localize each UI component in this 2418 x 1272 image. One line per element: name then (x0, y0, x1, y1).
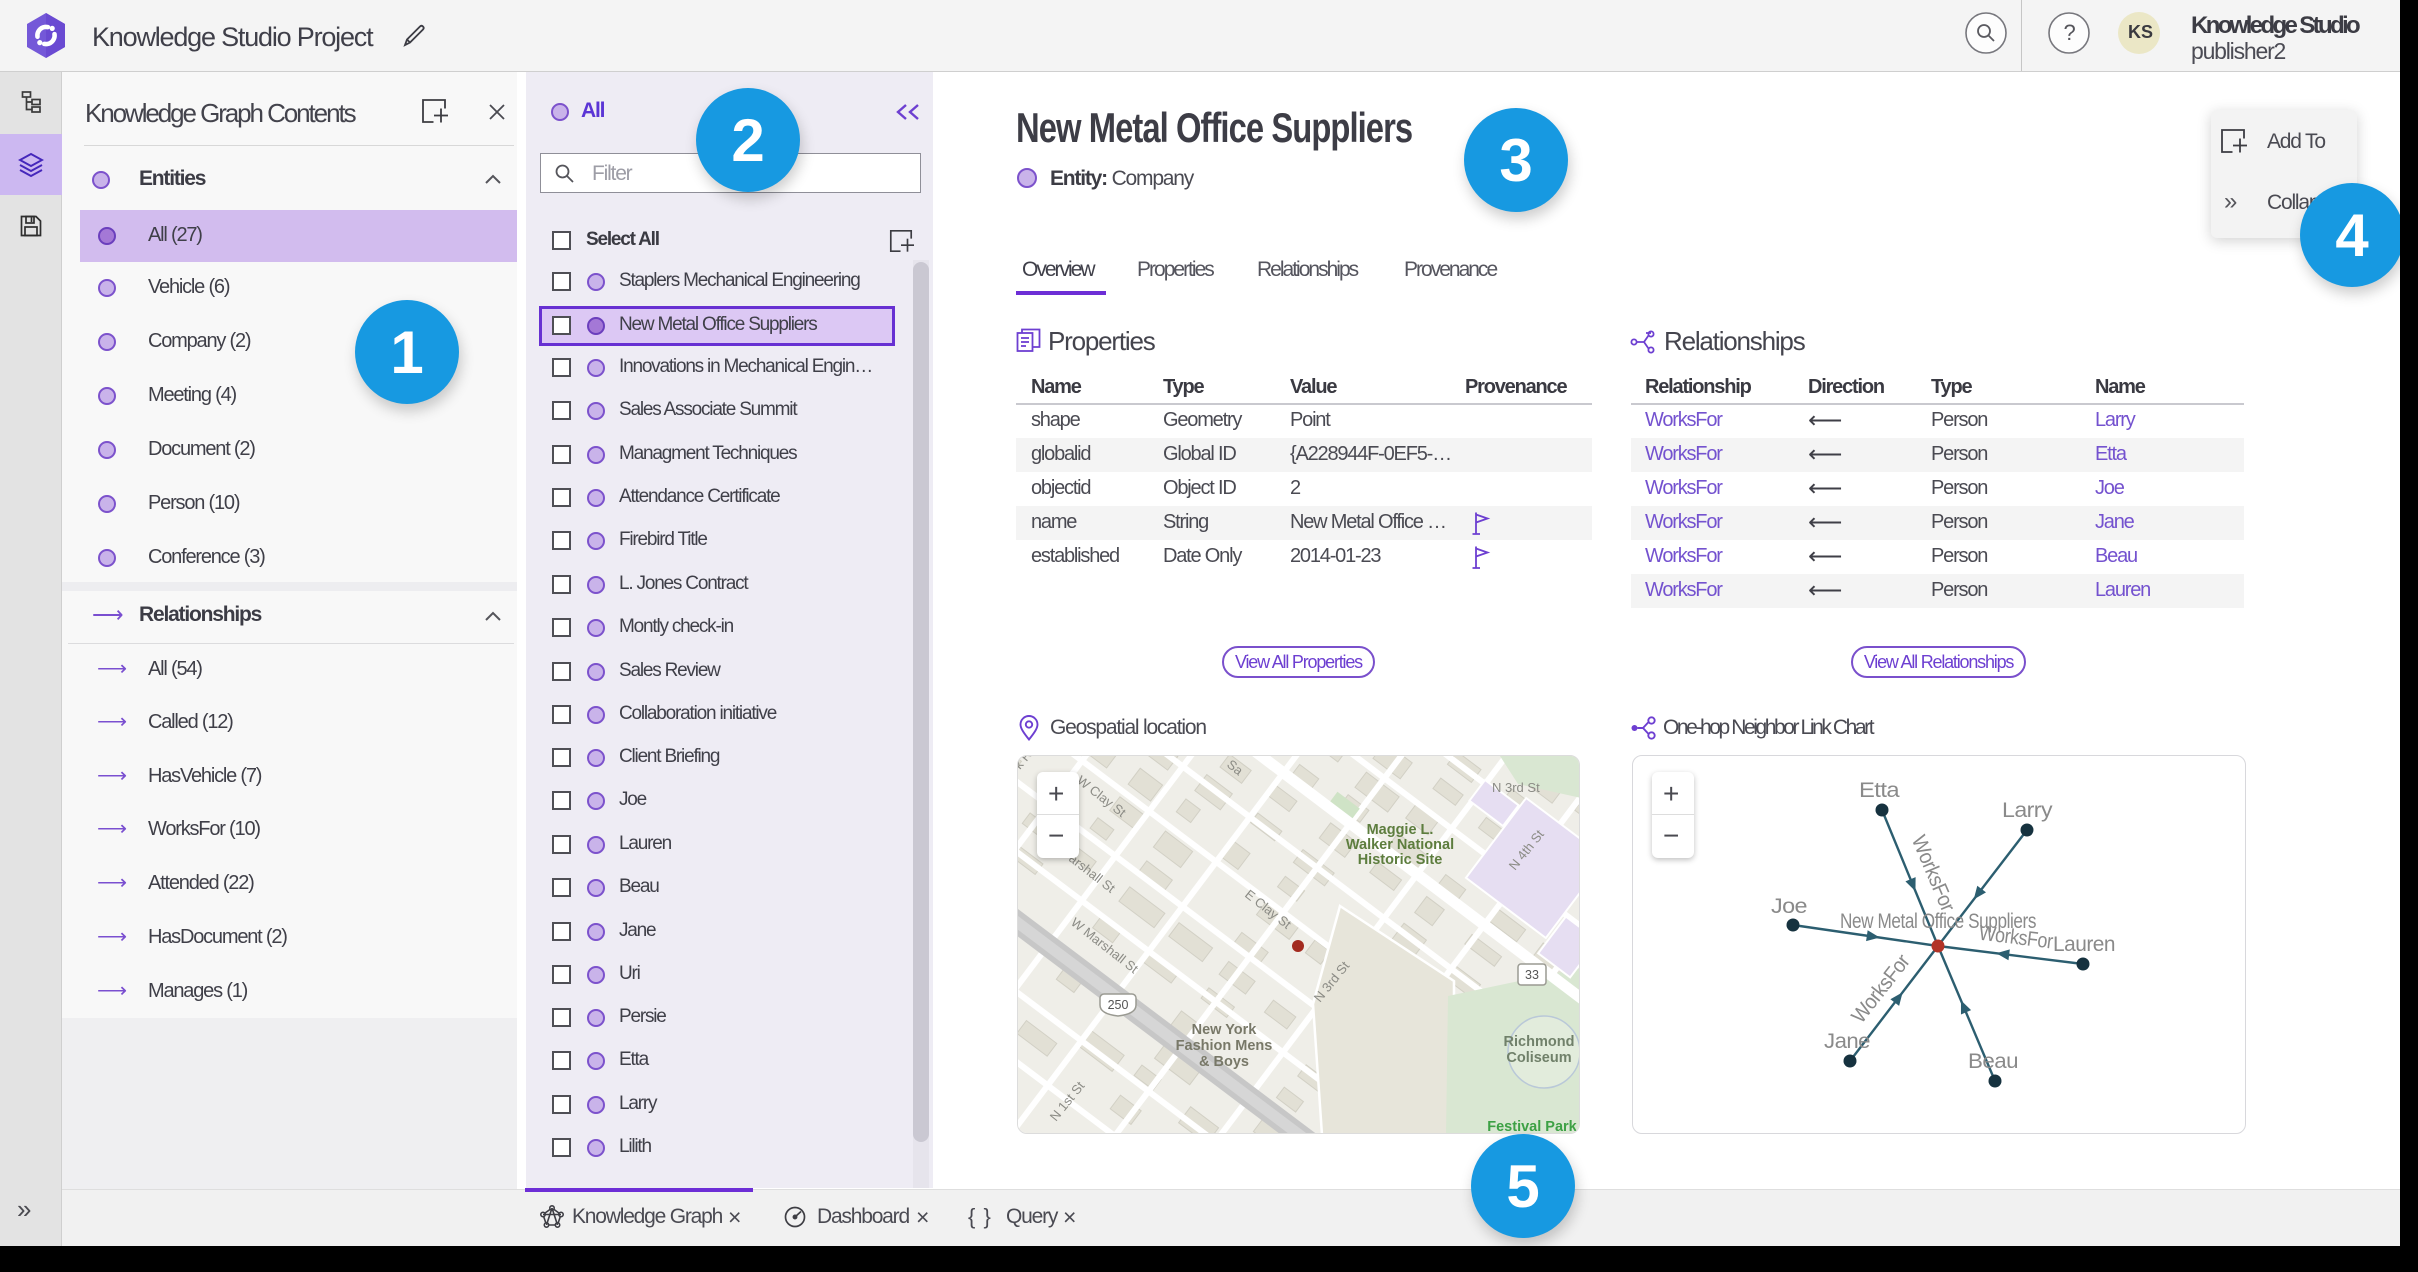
svg-text:Maggie L.: Maggie L. (1367, 822, 1434, 838)
svg-text:Joe: Joe (1771, 895, 1807, 918)
svg-text:Walker National: Walker National (1346, 837, 1454, 853)
svg-text:Larry: Larry (2002, 799, 2053, 822)
svg-text:WorksFor: WorksFor (1907, 832, 1960, 915)
svg-text:Festival Park: Festival Park (1487, 1119, 1577, 1134)
svg-text:& Boys: & Boys (1199, 1054, 1249, 1070)
svg-text:Richmond: Richmond (1504, 1034, 1575, 1050)
svg-text:WorksFor: WorksFor (1978, 922, 2055, 954)
svg-text:250: 250 (1108, 998, 1129, 1012)
svg-text:Fashion Mens: Fashion Mens (1176, 1038, 1273, 1054)
svg-text:N 3rd St: N 3rd St (1492, 780, 1540, 795)
svg-text:Beau: Beau (1968, 1050, 2018, 1073)
svg-text:New York: New York (1192, 1022, 1258, 1038)
svg-text:Lauren: Lauren (2053, 933, 2115, 956)
svg-text:Historic Site: Historic Site (1358, 852, 1443, 868)
svg-text:Coliseum: Coliseum (1506, 1050, 1571, 1066)
svg-text:Jane: Jane (1824, 1030, 1870, 1053)
svg-text:Etta: Etta (1859, 779, 1900, 802)
svg-text:33: 33 (1525, 968, 1539, 982)
svg-text:?: ? (2063, 20, 2075, 45)
